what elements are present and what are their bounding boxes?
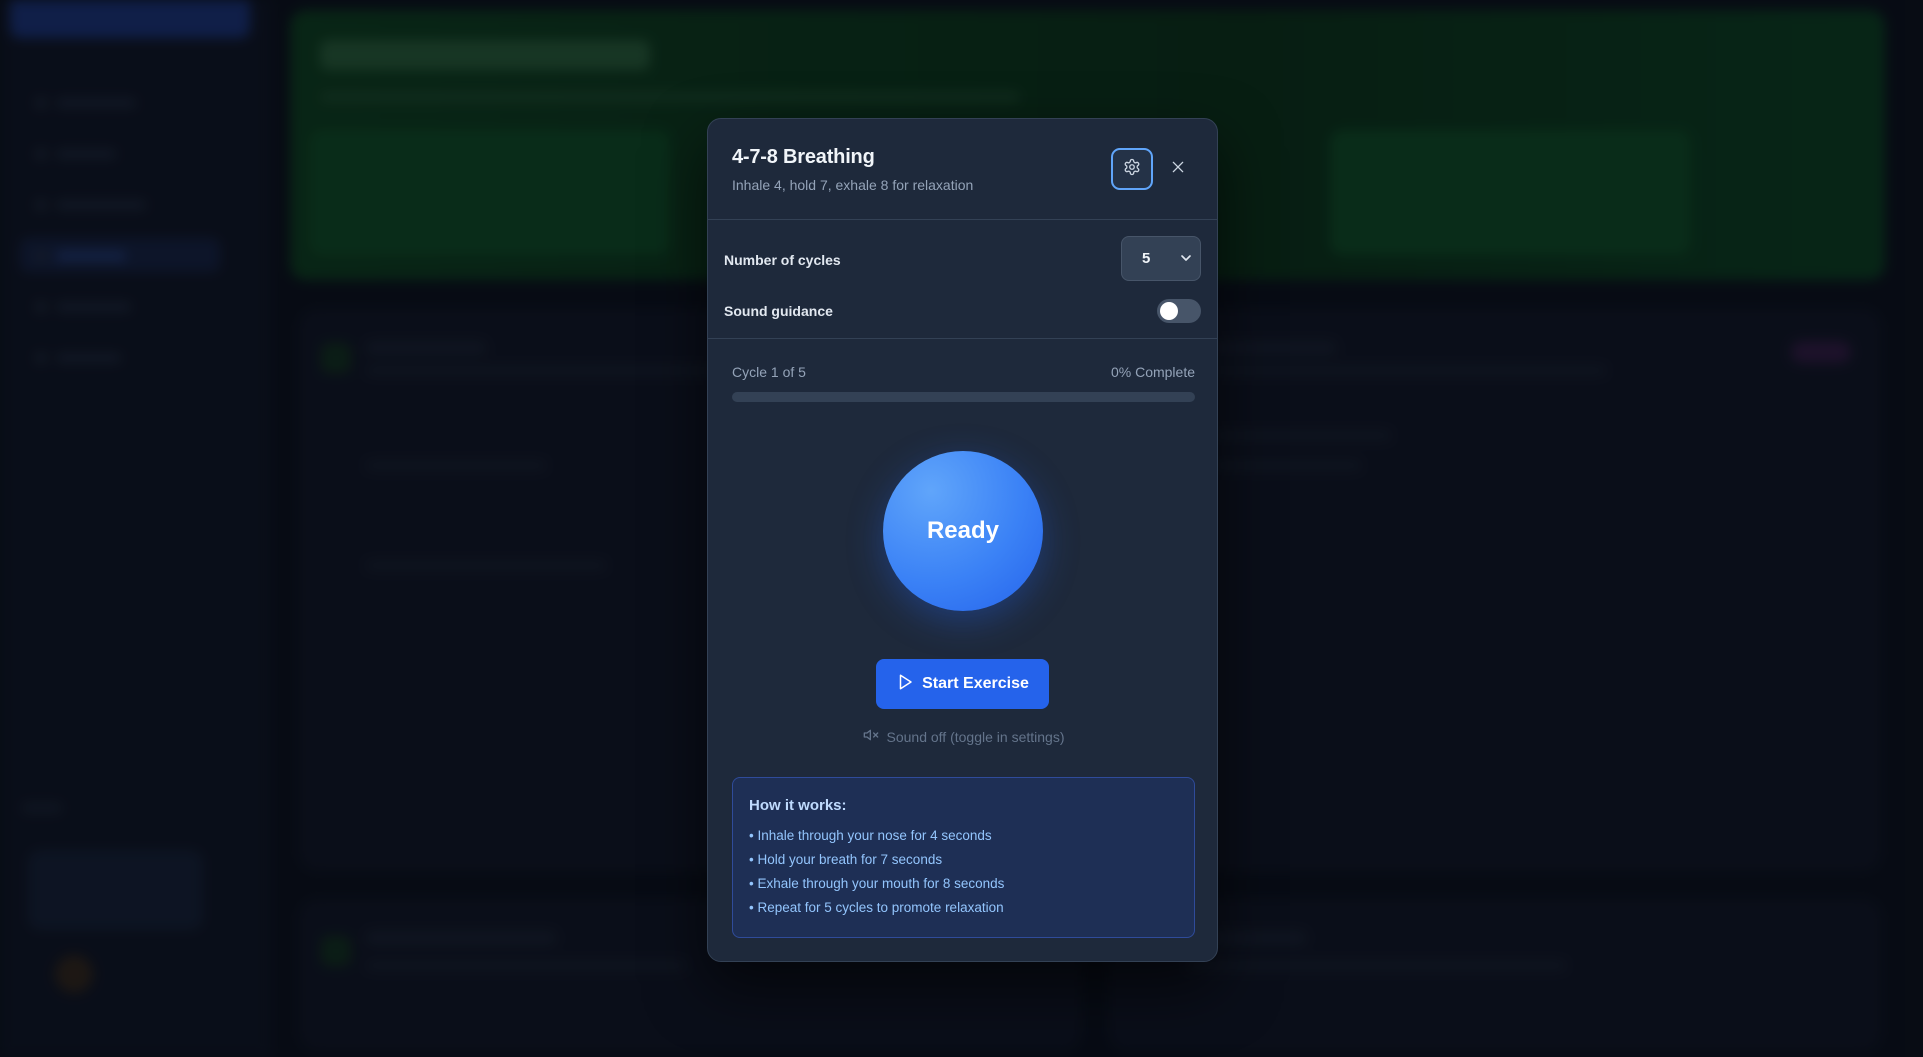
how-it-works-item: • Hold your breath for 7 seconds (749, 852, 943, 867)
modal-subtitle: Inhale 4, hold 7, exhale 8 for relaxatio… (732, 177, 974, 193)
close-icon (1170, 159, 1186, 180)
sound-status-text: Sound off (toggle in settings) (886, 728, 1065, 745)
start-exercise-button[interactable]: Start Exercise (876, 659, 1049, 709)
how-it-works-title: How it works: (749, 797, 847, 814)
settings-panel: Number of cycles 5 Sound guidance (708, 220, 1217, 339)
progress-header: Cycle 1 of 5 0% Complete (732, 364, 1195, 380)
how-it-works-box: How it works: • Inhale through your nose… (732, 777, 1195, 938)
toggle-knob (1160, 302, 1178, 320)
play-icon (896, 673, 914, 696)
breathing-exercise-modal: 4-7-8 Breathing Inhale 4, hold 7, exhale… (707, 118, 1218, 962)
progress-percent: 0% Complete (1110, 364, 1195, 380)
how-it-works-item: • Inhale through your nose for 4 seconds (749, 828, 992, 843)
cycle-counter: Cycle 1 of 5 (732, 364, 806, 380)
modal-title: 4-7-8 Breathing (732, 146, 875, 168)
how-it-works-item: • Repeat for 5 cycles to promote relaxat… (749, 900, 1004, 915)
cycles-select-value: 5 (1142, 250, 1151, 267)
chevron-down-icon (1178, 250, 1194, 270)
sound-guidance-toggle[interactable] (1157, 299, 1201, 323)
modal-header: 4-7-8 Breathing Inhale 4, hold 7, exhale… (708, 119, 1217, 220)
gear-icon (1123, 158, 1141, 181)
close-button[interactable] (1163, 154, 1193, 184)
cycles-label: Number of cycles (724, 252, 841, 268)
mute-icon (863, 727, 879, 746)
cycles-select[interactable]: 5 (1121, 236, 1201, 281)
sound-guidance-label: Sound guidance (724, 303, 833, 319)
settings-button[interactable] (1111, 148, 1153, 190)
sound-status-note: Sound off (toggle in settings) (708, 727, 1217, 746)
start-exercise-label: Start Exercise (922, 675, 1029, 692)
breathing-state-label: Ready (926, 517, 1000, 544)
progress-bar (732, 392, 1195, 402)
breathing-circle: Ready (883, 451, 1043, 611)
how-it-works-item: • Exhale through your mouth for 8 second… (749, 876, 1005, 891)
